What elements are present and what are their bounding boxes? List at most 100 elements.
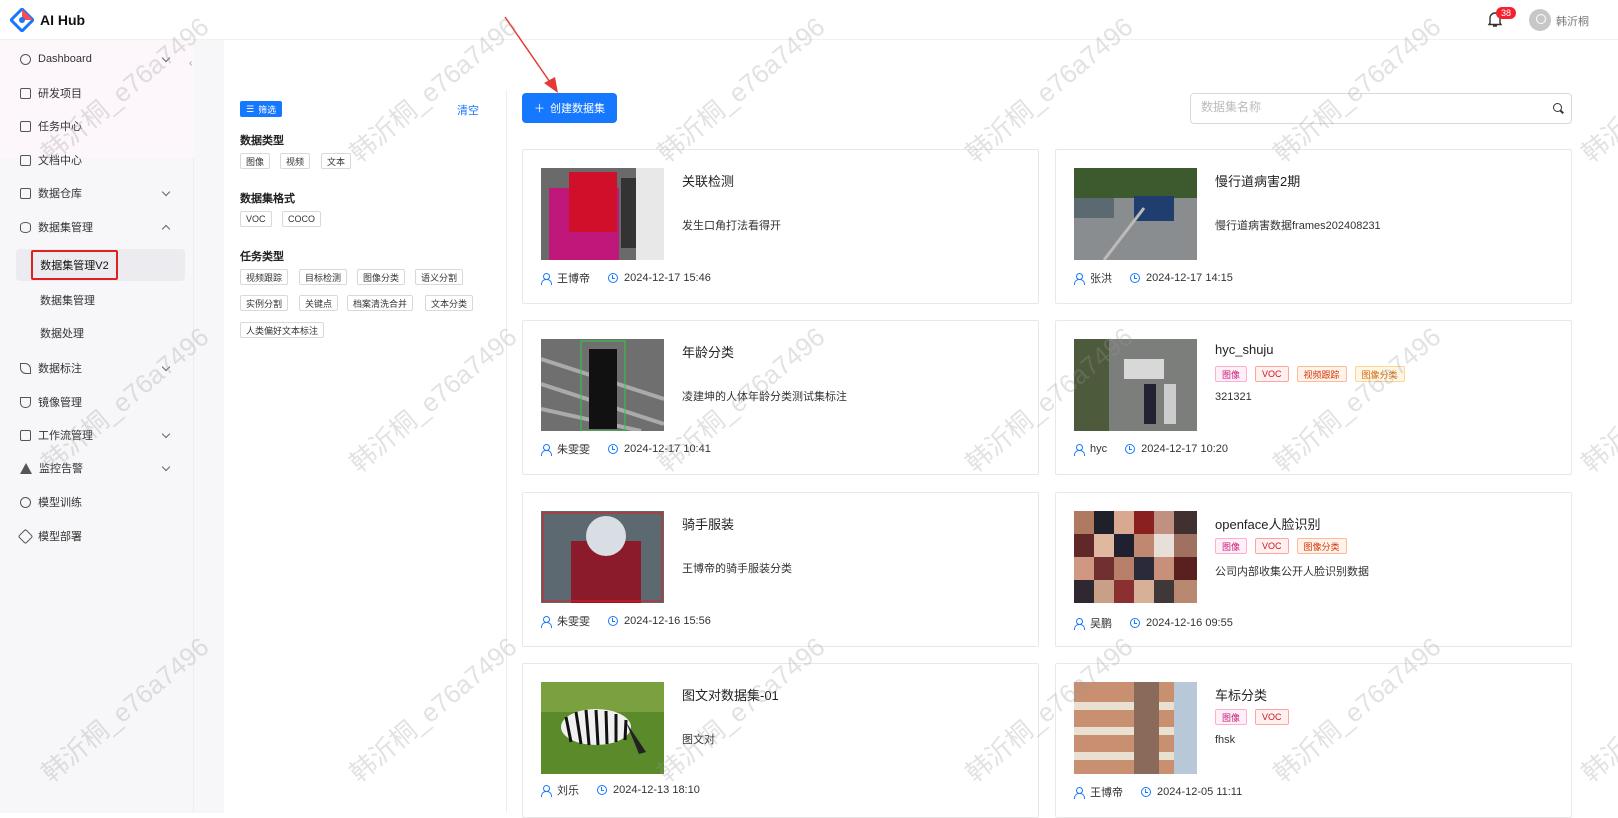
sidebar-subitem-data-processing[interactable]: 数据处理 [40,325,84,341]
notification-badge: 38 [1496,7,1517,19]
sidebar-subitem-dataset[interactable]: 数据集管理 [40,292,95,308]
dataset-creator: 朱雯雯 [557,444,590,456]
dataset-description: 凌建坤的人体年龄分类测试集标注 [682,391,847,403]
dataset-tags: 图像 VOC 视频跟踪 图像分类 [1215,366,1405,382]
dataset-time: 2024-12-05 11:11 [1157,786,1243,798]
dataset-time: 2024-12-17 10:41 [624,443,711,455]
dataset-tag: 视频跟踪 [1296,366,1347,382]
filter-tag[interactable]: 文本 [321,153,352,169]
dataset-description: fhsk [1215,734,1236,746]
dataset-description: 公司内部收集公开人脸识别数据 [1215,566,1369,578]
clear-filter-link[interactable]: 清空 [457,102,479,118]
filter-tag[interactable]: 实例分割 [240,295,289,311]
sidebar-item-docs[interactable]: 文档中心 [20,149,82,171]
sidebar-item-dashboard[interactable]: Dashboard [20,48,92,70]
app-logo[interactable]: AI Hub [8,6,85,34]
dataset-card[interactable]: hyc_shuju 图像 VOC 视频跟踪 图像分类 321321 hyc 20… [1055,320,1572,475]
dataset-meta: 王博帝 2024-12-17 15:46 [541,270,711,286]
dataset-title[interactable]: 关联检测 [682,171,734,190]
filter-tag[interactable]: 视频 [280,153,311,169]
dataset-meta: 王博帝 2024-12-05 11:11 [1074,784,1242,800]
filter-tag[interactable]: COCO [282,211,321,227]
dataset-description: 慢行道病害数据frames202408231 [1215,220,1381,232]
dataset-tag: 图像 [1215,538,1248,554]
task-icon [20,120,31,132]
sidebar-item-label: Dashboard [38,53,92,65]
filter-button[interactable]: ☰ 筛选 [240,101,283,117]
dataset-creator: 张洪 [1090,273,1112,285]
user-name[interactable]: 韩沂桐 [1556,13,1589,29]
filter-tag[interactable]: 文本分类 [425,295,474,311]
watermark-text: 韩沂桐_e76a7496 [343,321,523,479]
plus-icon: ＋ [534,103,545,115]
dataset-card[interactable]: openface人脸识别 图像 VOC 图像分类 公司内部收集公开人脸识别数据 … [1055,492,1572,647]
dataset-card[interactable]: 图文对数据集-01 图文对 刘乐 2024-12-13 18:10 [522,663,1039,818]
sidebar-item-label: 任务中心 [38,121,82,133]
sidebar-item-workflow[interactable]: 工作流管理 [20,424,93,446]
dataset-title[interactable]: 图文对数据集-01 [682,685,779,704]
dataset-title[interactable]: 骑手服装 [682,514,734,533]
watermark-text: 韩沂桐_e76a7496 [1575,631,1618,789]
dataset-tags: 图像 VOC 图像分类 [1215,538,1347,554]
filter-tag[interactable]: VOC [240,211,272,227]
user-icon [1074,272,1085,285]
search-input[interactable] [1201,100,1531,114]
sidebar-item-label: 镜像管理 [38,397,82,409]
sidebar-item-monitoring[interactable]: 监控告警 [20,457,83,479]
dataset-title[interactable]: 慢行道病害2期 [1215,171,1300,190]
filter-tag[interactable]: 人类偏好文本标注 [240,322,325,338]
dataset-creator: 朱雯雯 [557,616,590,628]
search-icon[interactable] [1553,103,1562,112]
dataset-meta: 吴鹏 2024-12-16 09:55 [1074,615,1233,631]
dataset-card[interactable]: 骑手服装 王博帝的骑手服装分类 朱雯雯 2024-12-16 15:56 [522,492,1039,647]
sidebar-item-warehouse[interactable]: 数据仓库 [20,182,82,204]
dataset-card[interactable]: 车标分类 图像 VOC fhsk 王博帝 2024-12-05 11:11 [1055,663,1572,818]
dataset-meta: 朱雯雯 2024-12-17 10:41 [541,441,711,457]
filter-tag[interactable]: 目标检测 [299,269,348,285]
sidebar-item-label: 工作流管理 [38,430,93,442]
dataset-card[interactable]: 年龄分类 凌建坤的人体年龄分类测试集标注 朱雯雯 2024-12-17 10:4… [522,320,1039,475]
clock-icon [1130,273,1140,283]
dataset-thumbnail [541,682,664,774]
clock-icon [608,444,618,454]
avatar[interactable] [1529,9,1551,31]
filter-tag[interactable]: 语义分割 [415,269,464,285]
filter-tag[interactable]: 图像 [240,153,271,169]
create-dataset-button[interactable]: ＋ 创建数据集 [522,93,617,123]
warning-icon [20,462,32,474]
dashboard-icon [20,53,31,65]
sidebar-item-projects[interactable]: 研发项目 [20,82,82,104]
filter-tag[interactable]: 图像分类 [357,269,406,285]
dataset-card[interactable]: 慢行道病害2期 慢行道病害数据frames202408231 张洪 2024-1… [1055,149,1572,304]
dataset-description: 发生口角打法看得开 [682,220,781,232]
sidebar-item-annotation[interactable]: 数据标注 [20,357,82,379]
watermark-text: 韩沂桐_e76a7496 [1575,321,1618,479]
dataset-title[interactable]: 车标分类 [1215,685,1267,704]
search-box[interactable] [1190,93,1572,124]
sidebar-item-images[interactable]: 镜像管理 [20,391,82,413]
dataset-creator: 王博帝 [557,273,590,285]
filter-tag[interactable]: 视频跟踪 [240,269,289,285]
docker-icon [20,396,31,408]
database-icon [20,221,31,233]
user-icon [1074,617,1085,630]
sidebar-item-training[interactable]: 模型训练 [20,491,82,513]
dataset-title[interactable]: openface人脸识别 [1215,514,1321,533]
dataset-title[interactable]: 年龄分类 [682,342,734,361]
dataset-title[interactable]: hyc_shuju [1215,342,1274,357]
sidebar-item-dataset-management[interactable]: 数据集管理 [20,216,93,238]
filter-tag[interactable]: 档案清洗合并 [347,295,414,311]
sidebar-item-deploy[interactable]: 模型部署 [17,525,82,547]
user-icon [541,615,552,628]
dataset-description: 321321 [1215,391,1252,403]
dataset-card[interactable]: 关联检测 发生口角打法看得开 王博帝 2024-12-17 15:46 [522,149,1039,304]
sidebar-item-tasks[interactable]: 任务中心 [20,115,82,137]
clock-icon [1130,618,1140,628]
dataset-thumbnail [1074,168,1197,260]
sidebar-subitem-dataset-v2[interactable]: 数据集管理V2 [31,250,118,280]
training-icon [20,496,31,508]
filter-tag[interactable]: 关键点 [299,295,339,311]
cube-icon [17,528,34,544]
document-icon [20,154,31,166]
collapse-sidebar-icon[interactable]: ‹ [189,58,192,69]
